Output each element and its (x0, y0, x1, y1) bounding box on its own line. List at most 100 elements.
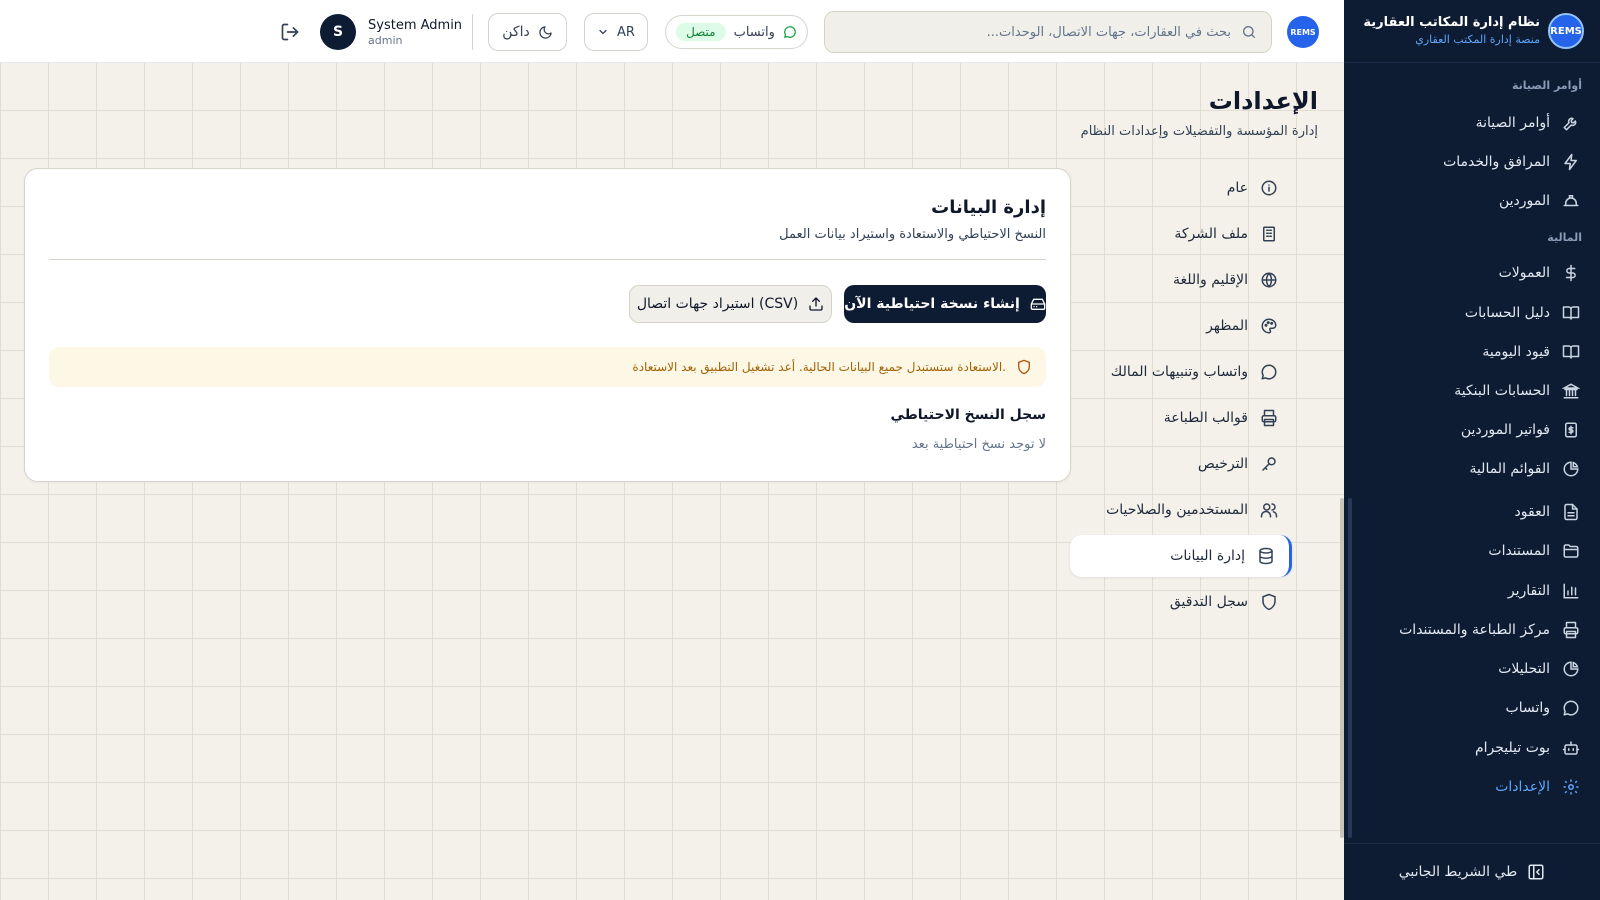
sidebar-item-label: المستندات (1488, 543, 1550, 559)
sidebar-item-documents[interactable]: المستندات (1344, 533, 1600, 569)
sidebar-item-label: العمولات (1498, 265, 1550, 281)
invoice-icon (1565, 422, 1577, 438)
sidebar-item-vendors[interactable]: الموردين (1344, 183, 1600, 219)
sidebar-item-commissions[interactable]: العمولات (1344, 255, 1600, 291)
settings-nav-print-templates[interactable]: قوالب الطباعة (1070, 397, 1292, 439)
whatsapp-status-pill[interactable]: متصل واتساب (665, 15, 808, 49)
settings-nav-data-management[interactable]: إدارة البيانات (1070, 535, 1292, 577)
sidebar-item-label: القوائم المالية (1469, 461, 1550, 477)
sidebar-header: نظام إدارة المكاتب العقارية منصة إدارة ا… (1344, 0, 1600, 63)
backup-log-empty: لا توجد نسخ احتياطية بعد (911, 437, 1046, 452)
gear-icon (1563, 779, 1579, 795)
users-icon (1260, 503, 1278, 518)
page-title: الإعدادات (1208, 87, 1318, 115)
sidebar-item-label: التقارير (1507, 583, 1550, 599)
settings-nav-label: الترخيص (1197, 456, 1248, 472)
dollar-icon (1565, 264, 1576, 282)
sidebar-item-whatsapp[interactable]: واتساب (1344, 690, 1600, 726)
sidebar-item-chart-of-accounts[interactable]: دليل الحسابات (1344, 295, 1600, 331)
building-icon (1263, 226, 1275, 242)
settings-nav-label: المستخدمين والصلاحيات (1106, 502, 1248, 518)
info-icon (1261, 180, 1277, 196)
settings-nav-general[interactable]: عام (1070, 167, 1292, 209)
sidebar-item-label: قيود اليومية (1482, 344, 1550, 360)
book-open-icon (1562, 345, 1580, 359)
sidebar-item-label: دليل الحسابات (1464, 305, 1550, 321)
sidebar-item-journal-entries[interactable]: قيود اليومية (1344, 334, 1600, 370)
bolt-icon (1564, 153, 1577, 171)
sidebar-item-vendor-invoices[interactable]: فواتير الموردين (1344, 412, 1600, 448)
sidebar-item-maintenance-orders[interactable]: أوامر الصيانة (1344, 105, 1600, 141)
collapse-label: طي الشريط الجانبي (1398, 864, 1518, 880)
user-menu[interactable]: S System Admin admin (320, 14, 462, 50)
sidebar-item-label: بوت تيليجرام (1474, 740, 1550, 756)
settings-nav-whatsapp-alerts[interactable]: واتساب وتنبيهات المالك (1070, 351, 1292, 393)
create-backup-button[interactable]: إنشاء نسخة احتياطية الآن (844, 285, 1046, 323)
key-icon (1262, 457, 1276, 471)
shield-icon (1262, 593, 1276, 611)
restore-warning: الاستعادة ستستبدل جميع البيانات الحالية.… (49, 347, 1046, 387)
sidebar-collapse-button[interactable]: طي الشريط الجانبي (1344, 843, 1600, 900)
import-contacts-label: استيراد جهات اتصال (CSV) (636, 296, 799, 312)
sidebar-item-label: واتساب (1505, 700, 1550, 716)
search-input[interactable] (851, 24, 1231, 40)
user-role: admin (368, 33, 403, 47)
sidebar: نظام إدارة المكاتب العقارية منصة إدارة ا… (1344, 0, 1600, 900)
sidebar-item-contracts[interactable]: العقود (1344, 494, 1600, 530)
settings-nav-license[interactable]: الترخيص (1070, 443, 1292, 485)
settings-nav-label: عام (1226, 180, 1248, 196)
data-management-card: إدارة البيانات النسخ الاحتياطي والاستعاد… (24, 168, 1071, 482)
settings-nav-users-permissions[interactable]: المستخدمين والصلاحيات (1070, 489, 1292, 531)
sidebar-nav: أوامر الصيانة أوامر الصيانة المرافق والخ… (1344, 63, 1600, 843)
sidebar-item-utilities[interactable]: المرافق والخدمات (1344, 144, 1600, 180)
page-subtitle: إدارة المؤسسة والتفضيلات وإعدادات النظام (1080, 124, 1318, 139)
sidebar-item-label: الموردين (1498, 193, 1550, 209)
theme-toggle-button[interactable]: داكن (488, 13, 567, 51)
import-contacts-button[interactable]: استيراد جهات اتصال (CSV) (629, 285, 832, 323)
bot-icon (1562, 741, 1580, 755)
sidebar-item-bank-accounts[interactable]: الحسابات البنكية (1344, 373, 1600, 409)
backup-log-title: سجل النسخ الاحتياطي (890, 407, 1046, 423)
user-name: System Admin (368, 17, 463, 33)
moon-icon (539, 25, 552, 39)
bar-chart-icon (1563, 583, 1579, 599)
database-icon (1259, 547, 1273, 565)
chevron-down-icon (599, 29, 607, 35)
sidebar-section-maintenance: أوامر الصيانة (1511, 79, 1582, 92)
chat-icon (1261, 364, 1277, 380)
settings-nav-label: قوالب الطباعة (1163, 410, 1248, 426)
settings-nav-region-language[interactable]: الإقليم واللغة (1070, 259, 1292, 301)
main-scrollbar[interactable] (1340, 498, 1344, 838)
hard-hat-icon (1563, 195, 1579, 207)
wrench-icon (1563, 117, 1577, 131)
sidebar-item-telegram-bot[interactable]: بوت تيليجرام (1344, 730, 1600, 766)
language-value: AR (617, 24, 635, 40)
theme-label: داكن (502, 24, 530, 40)
sidebar-item-label: العقود (1514, 504, 1550, 520)
sidebar-item-reports[interactable]: التقارير (1344, 573, 1600, 609)
sidebar-item-settings[interactable]: الإعدادات (1344, 769, 1600, 805)
sidebar-item-print-center[interactable]: مركز الطباعة والمستندات (1344, 612, 1600, 648)
settings-nav-label: واتساب وتنبيهات المالك (1110, 364, 1248, 380)
sidebar-item-label: مركز الطباعة والمستندات (1399, 622, 1550, 638)
sidebar-item-financial-statements[interactable]: القوائم المالية (1344, 451, 1600, 487)
whatsapp-label: واتساب (733, 24, 775, 40)
book-icon (1562, 306, 1580, 320)
search-bar[interactable] (824, 11, 1272, 53)
whatsapp-status-badge: متصل (676, 23, 726, 41)
sidebar-item-analytics[interactable]: التحليلات (1344, 651, 1600, 687)
chat-icon (1563, 700, 1579, 716)
sidebar-item-label: فواتير الموردين (1460, 422, 1550, 438)
pie-chart-icon (1563, 461, 1579, 477)
bank-icon (1562, 383, 1580, 399)
top-header: REMS متصل واتساب AR داكن S System Admin … (0, 0, 1344, 63)
settings-nav-label: إدارة البيانات (1170, 548, 1245, 564)
settings-nav-appearance[interactable]: المظهر (1070, 305, 1292, 347)
search-icon (1243, 26, 1255, 38)
settings-nav-audit-log[interactable]: سجل التدقيق (1070, 581, 1292, 623)
settings-nav-company-profile[interactable]: ملف الشركة (1070, 213, 1292, 255)
app-subtitle: منصة إدارة المكتب العقاري (1415, 33, 1540, 46)
sidebar-item-label: الإعدادات (1495, 779, 1550, 795)
language-select[interactable]: AR (584, 13, 648, 51)
logout-icon[interactable] (280, 22, 300, 42)
